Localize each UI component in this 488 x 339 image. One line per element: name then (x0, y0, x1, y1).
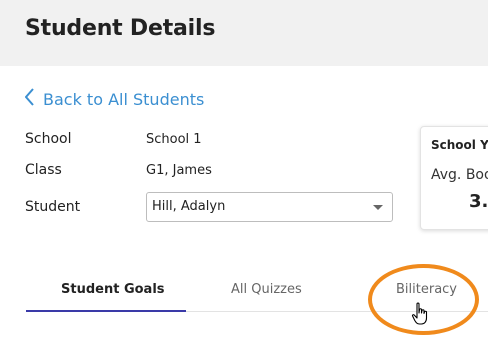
hand-pointer-icon (411, 302, 431, 330)
school-year-card: School Ye Avg. Boo 3. (420, 126, 488, 230)
caret-down-icon (373, 205, 383, 210)
page-header: Student Details (0, 0, 488, 66)
class-label: Class (25, 162, 62, 178)
student-label: Student (25, 199, 81, 215)
class-value: G1, James (146, 163, 212, 178)
back-link-label: Back to All Students (43, 89, 205, 109)
active-tab-indicator (26, 310, 186, 312)
card-title: School Ye (431, 138, 488, 152)
student-select[interactable]: Hill, Adalyn (146, 192, 393, 222)
back-to-all-students-link[interactable]: Back to All Students (24, 88, 205, 110)
page-title: Student Details (25, 16, 216, 41)
tab-student-goals[interactable]: Student Goals (61, 282, 165, 297)
card-label: Avg. Boo (431, 167, 488, 183)
student-select-value: Hill, Adalyn (152, 199, 226, 214)
tab-all-quizzes[interactable]: All Quizzes (231, 282, 302, 297)
chevron-left-icon (24, 88, 43, 110)
school-label: School (25, 131, 72, 147)
card-value: 3. (469, 191, 488, 212)
school-value: School 1 (146, 132, 202, 147)
